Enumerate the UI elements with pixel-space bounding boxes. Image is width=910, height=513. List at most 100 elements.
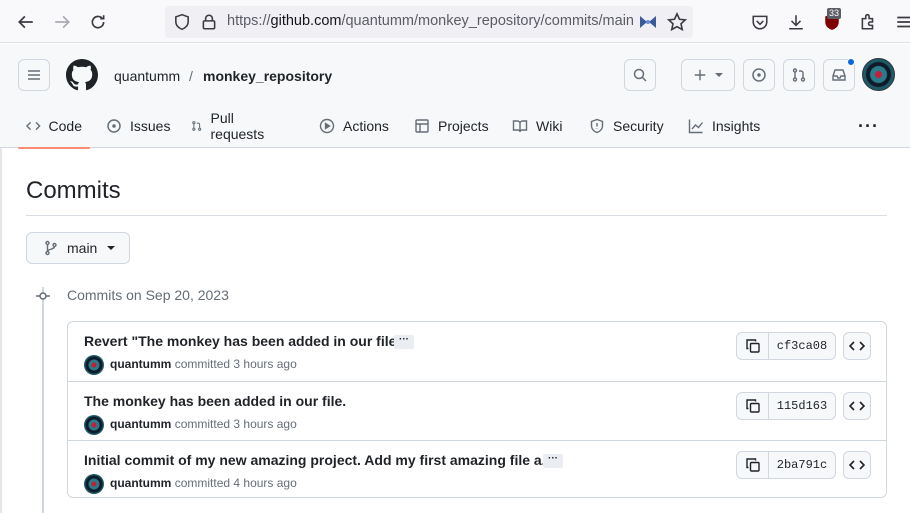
- branch-select-button[interactable]: main: [26, 232, 130, 264]
- code-icon: [849, 460, 865, 470]
- commit-sha-link[interactable]: 2ba791c: [769, 452, 835, 478]
- forward-arrow-icon[interactable]: [49, 9, 75, 35]
- code-icon: [849, 341, 865, 351]
- extension-badge-count: 33: [827, 8, 842, 19]
- commit-meta: quantumm committed 4 hours ago: [110, 476, 297, 490]
- browse-repo-at-commit-button[interactable]: [843, 332, 871, 360]
- browse-repo-at-commit-button[interactable]: [843, 451, 871, 479]
- three-bars-icon: [28, 70, 40, 80]
- copy-icon: [745, 399, 760, 413]
- branch-name: main: [67, 240, 98, 256]
- commit-verb: committed: [174, 476, 231, 490]
- back-arrow-icon[interactable]: [13, 9, 39, 35]
- user-avatar[interactable]: [862, 58, 895, 91]
- lock-icon[interactable]: [200, 13, 218, 31]
- commit-row: Revert "The monkey has been added in our…: [68, 322, 886, 381]
- tab-issues[interactable]: Issues: [98, 104, 178, 148]
- commit-group-date: Commits on Sep 20, 2023: [67, 287, 229, 303]
- issue-opened-icon: [107, 119, 121, 133]
- tab-security[interactable]: Security: [581, 104, 672, 148]
- avatar[interactable]: [84, 415, 104, 435]
- hamburger-menu-icon[interactable]: [891, 9, 910, 35]
- copy-sha-button[interactable]: [737, 333, 769, 359]
- github-mark-icon[interactable]: [66, 59, 98, 91]
- commit-list: Revert "The monkey has been added in our…: [67, 321, 887, 498]
- inbox-icon: [832, 69, 846, 81]
- git-branch-icon: [45, 240, 57, 256]
- author-link[interactable]: quantumm: [110, 417, 171, 431]
- commit-time: 3 hours ago: [233, 417, 297, 431]
- url-text[interactable]: https://github.com/quantumm/monkey_repos…: [227, 13, 634, 29]
- avatar[interactable]: [84, 355, 104, 375]
- tab-wiki[interactable]: Wiki: [504, 104, 570, 148]
- git-pull-request-icon: [792, 68, 806, 82]
- plus-icon: [694, 69, 706, 81]
- tracking-protection-shield-icon[interactable]: [173, 13, 191, 31]
- title-divider: [26, 215, 887, 216]
- extensions-puzzle-icon[interactable]: [855, 9, 881, 35]
- tab-insights[interactable]: Insights: [680, 104, 768, 148]
- tab-pull-requests[interactable]: Pull requests: [183, 104, 277, 148]
- commit-message-link[interactable]: Revert "The monkey has been added in our…: [84, 333, 407, 349]
- copy-sha-button[interactable]: [737, 452, 769, 478]
- repo-owner-link[interactable]: quantumm: [114, 68, 180, 84]
- url-prefix: https://: [227, 13, 271, 29]
- tab-label: Security: [613, 118, 664, 134]
- commit-message-link[interactable]: The monkey has been added in our file.: [84, 393, 346, 409]
- commit-sha-link[interactable]: 115d163: [769, 393, 835, 419]
- url-path: /quantumm/monkey_repository/commits/main: [341, 13, 634, 29]
- notification-indicator: [847, 58, 855, 66]
- commit-meta: quantumm committed 3 hours ago: [110, 417, 297, 431]
- author-link[interactable]: quantumm: [110, 476, 171, 490]
- address-bar[interactable]: https://github.com/quantumm/monkey_repos…: [165, 6, 693, 38]
- tab-code[interactable]: Code: [18, 104, 90, 149]
- browser-toolbar: https://github.com/quantumm/monkey_repos…: [0, 0, 910, 43]
- page-title: Commits: [26, 177, 121, 204]
- download-icon[interactable]: [783, 9, 809, 35]
- triangle-down-icon: [107, 246, 116, 250]
- commit-verb: committed: [174, 417, 231, 431]
- sha-button-group: 2ba791c: [736, 451, 836, 479]
- url-host: github.com: [270, 13, 342, 29]
- book-icon: [512, 120, 528, 133]
- reload-icon[interactable]: [85, 9, 111, 35]
- commit-message-link[interactable]: Initial commit of my new amazing project…: [84, 452, 553, 468]
- code-icon: [26, 121, 41, 131]
- kebab-horizontal-icon[interactable]: ···: [858, 116, 879, 137]
- timeline-line: [42, 287, 44, 513]
- copy-icon: [745, 458, 760, 472]
- pocket-icon[interactable]: [747, 9, 773, 35]
- browse-repo-at-commit-button[interactable]: [843, 392, 871, 420]
- play-icon: [319, 118, 335, 134]
- issues-button[interactable]: [743, 59, 775, 91]
- breadcrumb-separator: /: [189, 68, 193, 84]
- tab-label: Pull requests: [210, 110, 265, 142]
- bookmark-star-icon[interactable]: [667, 12, 687, 32]
- commit-sha-link[interactable]: cf3ca08: [769, 333, 835, 359]
- code-icon: [849, 401, 865, 411]
- expand-message-button[interactable]: ···: [543, 454, 563, 468]
- tab-label: Code: [48, 118, 82, 134]
- global-menu-button[interactable]: [18, 59, 50, 91]
- expand-message-button[interactable]: ···: [394, 335, 414, 349]
- sha-button-group: cf3ca08: [736, 332, 836, 360]
- commit-time: 4 hours ago: [233, 476, 297, 490]
- avatar[interactable]: [84, 474, 104, 494]
- shield-icon: [590, 118, 604, 134]
- search-button[interactable]: [624, 59, 656, 91]
- tab-label: Wiki: [536, 118, 563, 134]
- copy-sha-button[interactable]: [737, 393, 769, 419]
- table-icon: [415, 119, 429, 133]
- commit-time: 3 hours ago: [233, 357, 297, 371]
- commit-meta: quantumm committed 3 hours ago: [110, 357, 297, 371]
- author-link[interactable]: quantumm: [110, 357, 171, 371]
- tab-projects[interactable]: Projects: [406, 104, 497, 148]
- pull-requests-button[interactable]: [783, 59, 815, 91]
- create-new-button[interactable]: [681, 59, 735, 91]
- bow-tie-extension-icon[interactable]: [637, 11, 659, 33]
- tab-label: Issues: [130, 118, 171, 134]
- repo-header: quantumm / monkey_repository Code Issues…: [0, 44, 910, 149]
- issue-opened-icon: [752, 68, 766, 82]
- tab-actions[interactable]: Actions: [311, 104, 397, 148]
- repo-name-link[interactable]: monkey_repository: [203, 68, 332, 84]
